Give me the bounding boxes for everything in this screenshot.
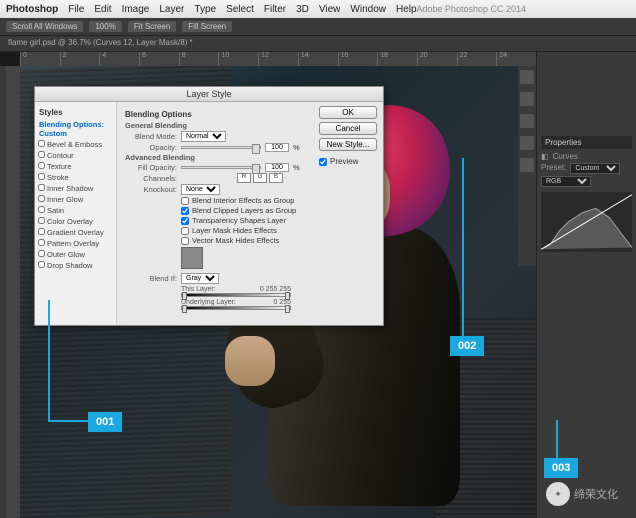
menu-image[interactable]: Image [122,4,150,15]
check-clipped[interactable] [181,207,189,215]
panel-icon[interactable] [520,114,534,128]
panel-icon[interactable] [520,158,534,172]
sidebar-item-bevel[interactable]: Bevel & Emboss [37,139,114,150]
menu-window[interactable]: Window [350,4,386,15]
panel-strip [518,66,536,266]
sidebar-item-gradient-overlay[interactable]: Gradient Overlay [37,227,114,238]
menu-help[interactable]: Help [396,4,417,15]
channels-label: Channels: [125,174,177,183]
panel-icon[interactable] [520,92,534,106]
menu-type[interactable]: Type [194,4,216,15]
sidebar-item-inner-shadow[interactable]: Inner Shadow [37,183,114,194]
sidebar-item-color-overlay[interactable]: Color Overlay [37,216,114,227]
channel-select[interactable]: RGB [541,176,591,187]
callout-line-1 [48,300,50,420]
sidebar-item-pattern-overlay[interactable]: Pattern Overlay [37,238,114,249]
preset-label: Preset: [541,163,566,174]
check-vectormask[interactable] [181,237,189,245]
preset-select[interactable]: Custom [570,163,620,174]
panel-icon[interactable] [520,70,534,84]
fill-opacity-label: Fill Opacity: [125,163,177,172]
callout-line-2 [462,158,464,338]
channel-r[interactable]: R [237,173,251,183]
channel-b[interactable]: B [269,173,283,183]
cancel-button[interactable]: Cancel [319,122,377,135]
blendif-select[interactable]: Gray [181,273,219,284]
app-name: Photoshop [6,4,58,15]
adj-type: Curves [553,152,578,161]
fill-slider[interactable] [181,166,261,169]
sidebar-item-outer-glow[interactable]: Outer Glow [37,249,114,260]
check-transparency[interactable] [181,217,189,225]
blendif-label: Blend If: [125,274,177,283]
callout-001: 001 [88,412,122,432]
dialog-title: Layer Style [35,87,383,102]
menu-edit[interactable]: Edit [94,4,111,15]
properties-header[interactable]: Properties [541,136,632,149]
sidebar-item-contour[interactable]: Contour [37,150,114,161]
curves-icon: ◧ [541,152,549,161]
check-interior[interactable] [181,197,189,205]
styles-header[interactable]: Styles [37,106,114,119]
layer-style-dialog: Layer Style Styles Blending Options: Cus… [34,86,384,326]
menu-layer[interactable]: Layer [159,4,184,15]
curves-histogram[interactable] [541,192,632,252]
callout-002: 002 [450,336,484,356]
this-layer-slider[interactable]: This Layer:0 255 255 [181,286,375,297]
knockout-select[interactable]: None [181,184,220,195]
opt-scroll[interactable]: Scroll All Windows [6,21,83,32]
wechat-icon: ✦ [546,482,570,506]
options-bar: Scroll All Windows 100% Fit Screen Fill … [0,18,636,36]
opacity-label: Opacity: [125,143,177,152]
menu-select[interactable]: Select [226,4,254,15]
menu-filter[interactable]: Filter [264,4,286,15]
menu-3d[interactable]: 3D [296,4,309,15]
dialog-main: Blending Options General Blending Blend … [117,102,383,324]
callout-line-1b [48,420,88,422]
callout-line-3 [556,420,558,460]
watermark-text: 缔荣文化 [574,486,618,502]
channel-g[interactable]: G [253,173,267,183]
blend-mode-select[interactable]: Normal [181,131,226,142]
window-title: Adobe Photoshop CC 2014 [416,0,526,18]
ruler-horizontal: 024681012141618202224 [20,52,536,66]
knockout-label: Knockout: [125,185,177,194]
color-swatch[interactable] [181,247,203,269]
check-layermask[interactable] [181,227,189,235]
sidebar-item-texture[interactable]: Texture [37,161,114,172]
sidebar-item-drop-shadow[interactable]: Drop Shadow [37,260,114,271]
preview-checkbox[interactable] [319,158,327,166]
new-style-button[interactable]: New Style... [319,138,377,151]
preview-label: Preview [330,157,358,166]
ruler-vertical [6,66,20,518]
menu-view[interactable]: View [319,4,341,15]
opt-fill[interactable]: Fill Screen [182,21,232,32]
dialog-sidebar: Styles Blending Options: Custom Bevel & … [35,102,117,324]
menu-bar: Photoshop File Edit Image Layer Type Sel… [0,0,636,18]
underlying-layer-slider[interactable]: Underlying Layer:0 255 [181,299,375,310]
tool-bar[interactable] [0,66,6,518]
callout-003: 003 [544,458,578,478]
blend-mode-label: Blend Mode: [125,132,177,141]
sidebar-item-satin[interactable]: Satin [37,205,114,216]
panel-icon[interactable] [520,136,534,150]
sidebar-item-blending[interactable]: Blending Options: Custom [37,119,114,139]
opt-fit[interactable]: Fit Screen [128,21,176,32]
watermark: ✦ 缔荣文化 [546,482,618,506]
opt-100[interactable]: 100% [89,21,121,32]
sidebar-item-inner-glow[interactable]: Inner Glow [37,194,114,205]
opacity-input[interactable] [265,143,289,152]
fill-input[interactable] [265,163,289,172]
ok-button[interactable]: OK [319,106,377,119]
menu-file[interactable]: File [68,4,84,15]
sidebar-item-stroke[interactable]: Stroke [37,172,114,183]
opacity-slider[interactable] [181,146,261,149]
right-panels: Properties ◧ Curves Preset: Custom RGB [536,52,636,518]
document-tab[interactable]: flame girl.psd @ 36.7% (Curves 12, Layer… [0,36,636,52]
